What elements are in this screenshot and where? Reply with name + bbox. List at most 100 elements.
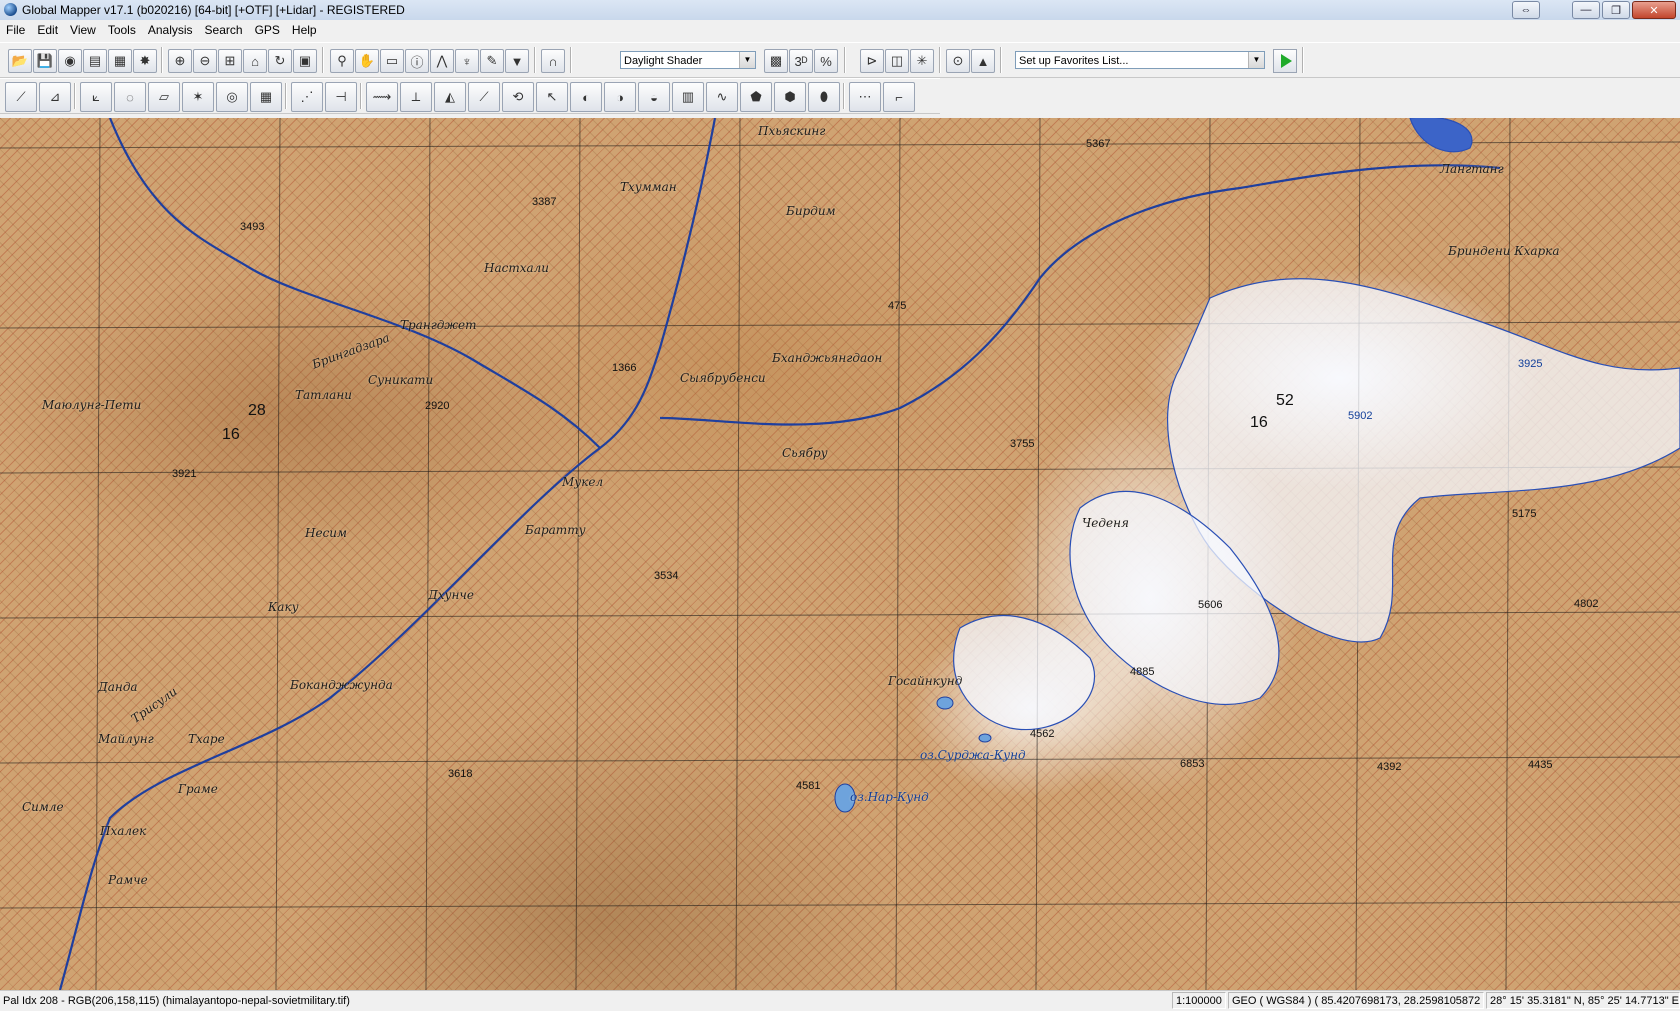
close-button[interactable]: ✕ [1632, 1, 1676, 19]
area-union-icon[interactable]: ◑ [604, 82, 636, 112]
angle-icon[interactable]: ⌐ [883, 82, 915, 112]
digitizer-edit-icon[interactable]: ⟋ [5, 82, 37, 112]
create-rectangle-icon[interactable]: ▱ [148, 82, 180, 112]
move-vertex-icon[interactable]: ↖ [536, 82, 568, 112]
view-shed-icon[interactable]: ♆ [455, 49, 479, 73]
run-favorite-button[interactable] [1273, 49, 1297, 73]
restore-extra-button[interactable]: ⇔ [1512, 1, 1540, 19]
favorites-dropdown[interactable]: Set up Favorites List... ▼ [1015, 51, 1265, 69]
elevation-label: 2920 [425, 400, 450, 412]
map-place-label: Пхалек [100, 824, 147, 838]
window-title: Global Mapper v17.1 (b020216) [64-bit] [… [22, 3, 405, 17]
shader-dropdown[interactable]: Daylight Shader ▼ [620, 51, 756, 69]
menu-gps[interactable]: GPS [249, 20, 286, 40]
map-place-label: Маюлунг-Пети [42, 398, 142, 412]
layout-icon[interactable]: ▣ [293, 49, 317, 73]
measure-line-icon[interactable]: ⟿ [366, 82, 398, 112]
map-view[interactable]: Пхьяскинг Тхумман Настхали Брингадзара Т… [0, 118, 1680, 990]
menu-analysis[interactable]: Analysis [142, 20, 199, 40]
center-on-gps-icon[interactable]: ⊙ [946, 49, 970, 73]
combine-icon[interactable]: ◭ [434, 82, 466, 112]
zoom-extent-icon[interactable]: ⊞ [218, 49, 242, 73]
menu-file[interactable]: File [0, 20, 31, 40]
projection-icon[interactable]: ✸ [133, 49, 157, 73]
area-cut-icon[interactable]: ◐ [570, 82, 602, 112]
gps-track-icon[interactable]: ◫ [885, 49, 909, 73]
map-place-label: Данда [98, 680, 138, 694]
open-folder-icon[interactable]: 📂 [8, 49, 32, 73]
draw-icon[interactable]: ✎ [480, 49, 504, 73]
gps-icon[interactable]: ⊳ [860, 49, 884, 73]
multi-shape-icon[interactable]: ⬢ [774, 82, 806, 112]
contrast-icon[interactable]: % [814, 49, 838, 73]
toolbar-separator [1000, 47, 1002, 73]
create-area-icon[interactable]: ⊿ [39, 82, 71, 112]
grid-icon[interactable]: ▦ [250, 82, 282, 112]
minimize-button[interactable]: — [1572, 1, 1600, 19]
menu-search[interactable]: Search [199, 20, 249, 40]
elevation-label: 475 [888, 300, 907, 312]
shape-edit-icon[interactable]: ⬟ [740, 82, 772, 112]
map-place-label: Настхали [484, 261, 550, 275]
toolbar-separator [843, 83, 845, 109]
maximize-button[interactable]: ❐ [1602, 1, 1630, 19]
elevation-label: 1366 [612, 362, 637, 374]
map-place-label: Каку [268, 600, 299, 614]
feature-info-icon[interactable]: ⓘ [405, 49, 429, 73]
toolbar-separator [285, 83, 287, 109]
elevation-label: 5902 [1348, 410, 1373, 422]
refresh-icon[interactable]: ↻ [268, 49, 292, 73]
3d-view-icon[interactable]: 3ᴰ [789, 49, 813, 73]
home-icon[interactable]: ⌂ [243, 49, 267, 73]
chevron-down-icon: ▼ [739, 52, 755, 68]
map-place-label: Татлани [295, 388, 352, 402]
play-icon [1281, 54, 1292, 68]
vertex-icon[interactable]: ⋯ [849, 82, 881, 112]
north-arrow-icon[interactable]: ▲ [971, 49, 995, 73]
point-distance-icon[interactable]: ⊣ [325, 82, 357, 112]
pan-icon[interactable]: ✋ [355, 49, 379, 73]
menu-edit[interactable]: Edit [31, 20, 64, 40]
smooth-icon[interactable]: ∿ [706, 82, 738, 112]
create-line-icon[interactable]: ⟀ [80, 82, 112, 112]
blob-icon[interactable]: ⬮ [808, 82, 840, 112]
shader-settings-icon[interactable]: ▩ [764, 49, 788, 73]
menu-view[interactable]: View [64, 20, 102, 40]
menu-bar: File Edit View Tools Analysis Search GPS… [0, 20, 1680, 40]
map-place-label: Чеденя [1082, 516, 1129, 530]
menu-help[interactable]: Help [286, 20, 323, 40]
path-profile-icon[interactable]: ⋀ [430, 49, 454, 73]
buffer-icon[interactable]: ◎ [216, 82, 248, 112]
reshape-icon[interactable]: ⟋ [468, 82, 500, 112]
map-place-label: Дхунче [428, 588, 474, 602]
save-icon[interactable]: 💾 [33, 49, 57, 73]
gps-vessel-icon[interactable]: ✳ [910, 49, 934, 73]
config-icon[interactable]: ▦ [108, 49, 132, 73]
rotate-icon[interactable]: ⟲ [502, 82, 534, 112]
window-controls: ⇔ — ❐ ✕ [1512, 1, 1676, 19]
print-icon[interactable]: ∩ [541, 49, 565, 73]
split-icon[interactable]: ⟂ [400, 82, 432, 112]
area-intersect-icon[interactable]: ◒ [638, 82, 670, 112]
grid-split-icon[interactable]: ▥ [672, 82, 704, 112]
map-place-label: Несим [305, 526, 347, 540]
overlay-control-icon[interactable]: ▤ [83, 49, 107, 73]
shovel-icon[interactable]: ▼ [505, 49, 529, 73]
measure-icon[interactable]: ▭ [380, 49, 404, 73]
main-toolbar: 📂 💾 ◉ ▤ ▦ ✸ ⊕ ⊖ ⊞ ⌂ ↻ ▣ ⚲ ✋ ▭ ⓘ ⋀ ♆ ✎ ▼ … [0, 42, 1680, 78]
map-place-label: Тхаре [188, 732, 225, 746]
zoom-in-icon[interactable]: ⊕ [168, 49, 192, 73]
status-bar: Pal Idx 208 - RGB(206,158,115) (himalaya… [0, 990, 1680, 1011]
create-point-icon[interactable]: ⋰ [291, 82, 323, 112]
shader-dropdown-value: Daylight Shader [624, 55, 703, 67]
coda-icon[interactable]: ✶ [182, 82, 214, 112]
menu-tools[interactable]: Tools [102, 20, 142, 40]
map-place-label: Трангджет [400, 318, 477, 332]
zoom-out-icon[interactable]: ⊖ [193, 49, 217, 73]
elevation-label: 4562 [1030, 728, 1055, 740]
create-circle-icon[interactable]: ◌ [114, 82, 146, 112]
magnify-icon[interactable]: ⚲ [330, 49, 354, 73]
map-place-label: Суникати [368, 373, 434, 387]
map-place-label: Бирдим [786, 204, 836, 218]
globe-icon[interactable]: ◉ [58, 49, 82, 73]
